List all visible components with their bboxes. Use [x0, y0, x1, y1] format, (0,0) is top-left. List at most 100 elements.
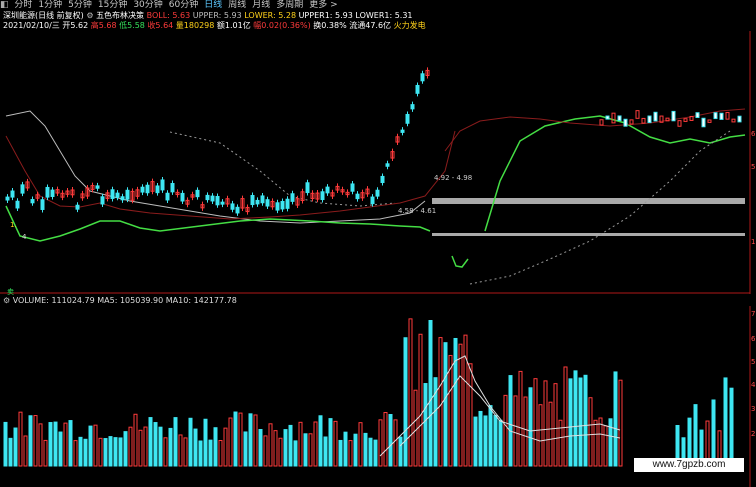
candle-body [155, 185, 160, 194]
quote-volume: 量180298 [175, 21, 215, 30]
candle-body [140, 186, 145, 193]
quote-date: 2021/02/10/三 [3, 21, 60, 30]
volume-bar [43, 439, 48, 467]
quote-open: 开5.62 [62, 21, 89, 30]
volume-bar [88, 425, 93, 467]
candle-body [100, 196, 105, 205]
candle-body [647, 115, 652, 124]
volume-bar [423, 383, 428, 467]
volume-bar [388, 414, 393, 467]
period-tab[interactable]: 1分钟 [38, 0, 62, 10]
period-tab[interactable]: 周线 [228, 0, 246, 10]
indicator-settings-icon[interactable]: ⚙ [86, 11, 93, 20]
volume-bar [603, 425, 608, 467]
candle-body [420, 73, 425, 82]
candle-body [599, 119, 604, 126]
volume-bar [598, 417, 603, 467]
volume-bar [183, 437, 188, 467]
price-chart[interactable] [0, 31, 756, 294]
candle-body [320, 191, 325, 201]
volume-bar [288, 424, 293, 467]
volume-bar [113, 437, 118, 467]
volume-bar [313, 421, 318, 467]
volume-bar [38, 423, 43, 467]
back-icon[interactable]: ◧ [0, 0, 9, 10]
period-tab[interactable]: 分时 [14, 0, 32, 10]
candle-body [275, 202, 280, 211]
period-tab[interactable]: 月线 [252, 0, 270, 10]
candle-body [617, 115, 622, 122]
volume-bar [303, 433, 308, 467]
stock-name[interactable]: 深圳能源(日线 前复权) [3, 11, 84, 20]
candle-body [205, 194, 210, 201]
period-tab[interactable]: 60分钟 [169, 0, 198, 10]
volume-bar [258, 428, 263, 467]
candle-body [120, 196, 125, 201]
volume-bar [368, 437, 373, 467]
volume-bar [568, 378, 573, 467]
period-tab[interactable]: 5分钟 [68, 0, 92, 10]
candle-body [165, 192, 170, 201]
period-tab[interactable]: 多周期 [276, 0, 303, 10]
volume-bar [298, 421, 303, 467]
period-tab[interactable]: 更多 > [309, 0, 337, 10]
candle-body [5, 196, 10, 201]
volume-bar [711, 399, 716, 467]
volume-bar [353, 433, 358, 467]
candle-body [145, 184, 150, 194]
volume-bar [533, 378, 538, 467]
volume-bar [418, 333, 423, 467]
volume-bar [528, 387, 533, 467]
volume-bar [118, 437, 123, 467]
volume-bar [729, 387, 734, 467]
left-marker-a: 1. [10, 221, 17, 229]
quote-sector[interactable]: 火力发电 [394, 21, 426, 30]
volume-bar [318, 415, 323, 467]
volume-bar [588, 397, 593, 467]
volume-bar [283, 429, 288, 467]
volume-bar [593, 419, 598, 467]
volume-bar [408, 318, 413, 467]
candle-body [701, 117, 706, 128]
volume-bar [358, 422, 363, 467]
volume-values: VOLUME: 111024.79 MA5: 105039.90 MA10: 1… [12, 296, 237, 305]
period-tab[interactable]: 15分钟 [98, 0, 127, 10]
volume-bar [148, 417, 153, 467]
volume-bar [218, 439, 223, 467]
support-band [432, 233, 745, 236]
volume-bar [158, 426, 163, 467]
volume-bar [268, 423, 273, 467]
candle-body [719, 112, 724, 120]
lower-band-line [451, 255, 469, 268]
volume-bar [83, 438, 88, 467]
volume-bar [573, 370, 578, 467]
volume-bar [548, 401, 553, 467]
volume-bar [498, 419, 503, 467]
volume-bar [463, 334, 468, 467]
volume-bar [263, 435, 268, 467]
volume-bar [558, 419, 563, 467]
candle-body [255, 199, 260, 205]
volume-bar [173, 417, 178, 467]
volume-bar [323, 436, 328, 467]
volume-bar [493, 414, 498, 467]
candle-body [713, 112, 718, 120]
candle-body [265, 199, 270, 207]
volume-settings-icon[interactable]: ⚙ [3, 296, 10, 305]
volume-bar [478, 410, 483, 467]
indicator-name[interactable]: 五色布林决策 [96, 11, 144, 20]
volume-bar [213, 427, 218, 467]
volume-bar [168, 427, 173, 467]
candle-body [170, 183, 175, 193]
candle-body [380, 175, 385, 184]
period-tab[interactable]: 日线 [204, 0, 222, 10]
candle-body [725, 111, 730, 120]
volume-bar [103, 438, 108, 467]
period-tab[interactable]: 30分钟 [133, 0, 162, 10]
volume-bar [518, 370, 523, 467]
candle-body [629, 119, 634, 125]
candle-body [20, 184, 25, 194]
lower-band-line [484, 115, 746, 232]
candle-body [350, 183, 355, 192]
volume-bar [248, 413, 253, 467]
